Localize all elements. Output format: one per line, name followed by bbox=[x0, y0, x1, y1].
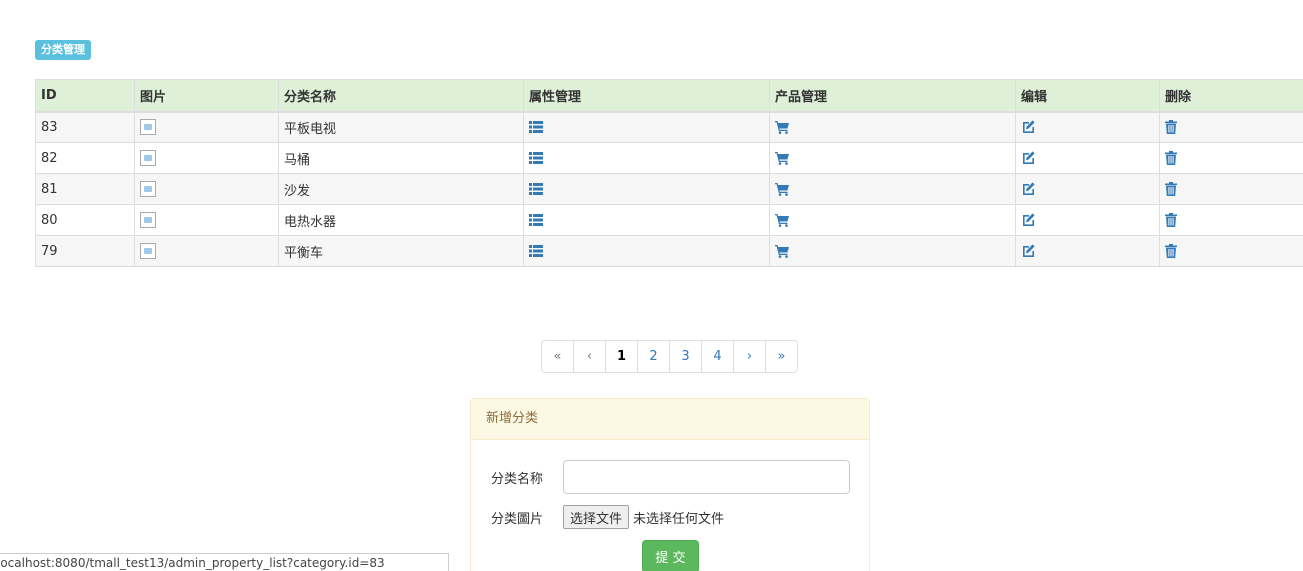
col-property-management: 属性管理 bbox=[523, 79, 770, 113]
page-badge-category-management: 分类管理 bbox=[35, 40, 91, 60]
pagination-page-4[interactable]: 4 bbox=[701, 340, 734, 373]
row-product-cell bbox=[769, 235, 1016, 267]
row-id: 81 bbox=[35, 173, 135, 205]
row-delete-cell bbox=[1159, 235, 1303, 267]
category-name-label: 分类名称 bbox=[491, 471, 544, 487]
name-row: 分类名称 bbox=[491, 460, 850, 494]
table-row: 82 马桶 bbox=[35, 142, 1303, 174]
col-id: ID bbox=[35, 79, 135, 113]
broken-image-icon bbox=[140, 119, 156, 136]
submit-button[interactable]: 提 交 bbox=[642, 540, 699, 571]
edit-icon[interactable] bbox=[1021, 213, 1035, 227]
row-property-cell bbox=[523, 173, 770, 205]
col-edit: 编辑 bbox=[1015, 79, 1160, 113]
broken-image-icon bbox=[140, 243, 156, 259]
add-category-panel: 新增分类 分类名称 分类圖片 选择文件 未选择任何文件 提 交 bbox=[470, 398, 870, 571]
pagination-next[interactable]: › bbox=[733, 340, 766, 373]
row-edit-cell bbox=[1015, 173, 1160, 205]
broken-image-icon bbox=[140, 181, 156, 197]
category-name-input[interactable] bbox=[563, 460, 850, 494]
row-property-cell bbox=[523, 235, 770, 267]
row-delete-cell bbox=[1159, 173, 1303, 205]
pagination-page-2[interactable]: 2 bbox=[637, 340, 670, 373]
edit-icon[interactable] bbox=[1021, 120, 1035, 134]
shopping-cart-icon[interactable] bbox=[775, 151, 789, 165]
table-row: 79 平衡车 bbox=[35, 235, 1303, 267]
row-delete-cell bbox=[1159, 204, 1303, 236]
edit-icon[interactable] bbox=[1021, 182, 1035, 196]
file-status-text: 未选择任何文件 bbox=[633, 511, 725, 527]
row-name: 马桶 bbox=[278, 142, 524, 174]
table-header-row: ID 图片 分类名称 属性管理 产品管理 编辑 删除 bbox=[35, 79, 1303, 113]
row-id: 83 bbox=[35, 111, 135, 143]
row-id: 80 bbox=[35, 204, 135, 236]
row-image-cell bbox=[134, 111, 279, 143]
shopping-cart-icon[interactable] bbox=[775, 182, 789, 196]
pagination-last[interactable]: » bbox=[765, 340, 798, 373]
property-list-icon[interactable] bbox=[529, 152, 543, 164]
table-row: 80 电热水器 bbox=[35, 204, 1303, 236]
pagination-page-1[interactable]: 1 bbox=[605, 340, 638, 373]
row-edit-cell bbox=[1015, 111, 1160, 143]
table-row: 83 平板电视 bbox=[35, 111, 1303, 143]
broken-image-icon bbox=[140, 150, 156, 166]
shopping-cart-icon[interactable] bbox=[775, 244, 789, 258]
browser-status-bar: localhost:8080/tmall_test13/admin_proper… bbox=[0, 553, 449, 571]
edit-icon[interactable] bbox=[1021, 151, 1035, 165]
row-id: 79 bbox=[35, 235, 135, 267]
property-list-icon[interactable] bbox=[529, 214, 543, 226]
row-product-cell bbox=[769, 142, 1016, 174]
pagination-page-3[interactable]: 3 bbox=[669, 340, 702, 373]
trash-icon[interactable] bbox=[1165, 244, 1177, 258]
table-row: 81 沙发 bbox=[35, 173, 1303, 205]
pagination-prev[interactable]: ‹ bbox=[573, 340, 606, 373]
property-list-icon[interactable] bbox=[529, 245, 543, 257]
row-name: 平衡车 bbox=[278, 235, 524, 267]
choose-file-button[interactable]: 选择文件 bbox=[563, 505, 630, 529]
trash-icon[interactable] bbox=[1165, 151, 1177, 165]
row-name: 沙发 bbox=[278, 173, 524, 205]
category-image-label: 分类圖片 bbox=[491, 511, 544, 527]
trash-icon[interactable] bbox=[1165, 120, 1177, 135]
row-image-cell bbox=[134, 142, 279, 174]
row-delete-cell bbox=[1159, 142, 1303, 174]
panel-title: 新增分类 bbox=[471, 399, 869, 440]
row-image-cell bbox=[134, 204, 279, 236]
row-property-cell bbox=[523, 111, 770, 143]
edit-icon[interactable] bbox=[1021, 244, 1035, 258]
pagination: « ‹ 1 2 3 4 › » bbox=[541, 340, 798, 373]
col-product-management: 产品管理 bbox=[769, 79, 1016, 113]
image-row: 分类圖片 选择文件 未选择任何文件 bbox=[491, 505, 724, 529]
row-edit-cell bbox=[1015, 204, 1160, 236]
row-product-cell bbox=[769, 111, 1016, 143]
row-name: 平板电视 bbox=[278, 111, 524, 143]
col-name: 分类名称 bbox=[278, 79, 524, 113]
pagination-first[interactable]: « bbox=[541, 340, 574, 373]
shopping-cart-icon[interactable] bbox=[775, 213, 789, 227]
col-image: 图片 bbox=[134, 79, 279, 113]
row-edit-cell bbox=[1015, 142, 1160, 174]
row-property-cell bbox=[523, 142, 770, 174]
row-image-cell bbox=[134, 235, 279, 267]
trash-icon[interactable] bbox=[1165, 213, 1177, 227]
row-delete-cell bbox=[1159, 111, 1303, 143]
row-id: 82 bbox=[35, 142, 135, 174]
col-delete: 删除 bbox=[1159, 79, 1303, 113]
row-image-cell bbox=[134, 173, 279, 205]
row-product-cell bbox=[769, 173, 1016, 205]
trash-icon[interactable] bbox=[1165, 182, 1177, 196]
row-name: 电热水器 bbox=[278, 204, 524, 236]
row-property-cell bbox=[523, 204, 770, 236]
broken-image-icon bbox=[140, 212, 156, 228]
property-list-icon[interactable] bbox=[529, 121, 543, 134]
shopping-cart-icon[interactable] bbox=[775, 120, 789, 134]
category-table: ID 图片 分类名称 属性管理 产品管理 编辑 删除 83 平板电视 82 马桶 81 沙… bbox=[35, 79, 1303, 267]
row-product-cell bbox=[769, 204, 1016, 236]
row-edit-cell bbox=[1015, 235, 1160, 267]
property-list-icon[interactable] bbox=[529, 183, 543, 195]
status-url: localhost:8080/tmall_test13/admin_proper… bbox=[0, 556, 385, 570]
